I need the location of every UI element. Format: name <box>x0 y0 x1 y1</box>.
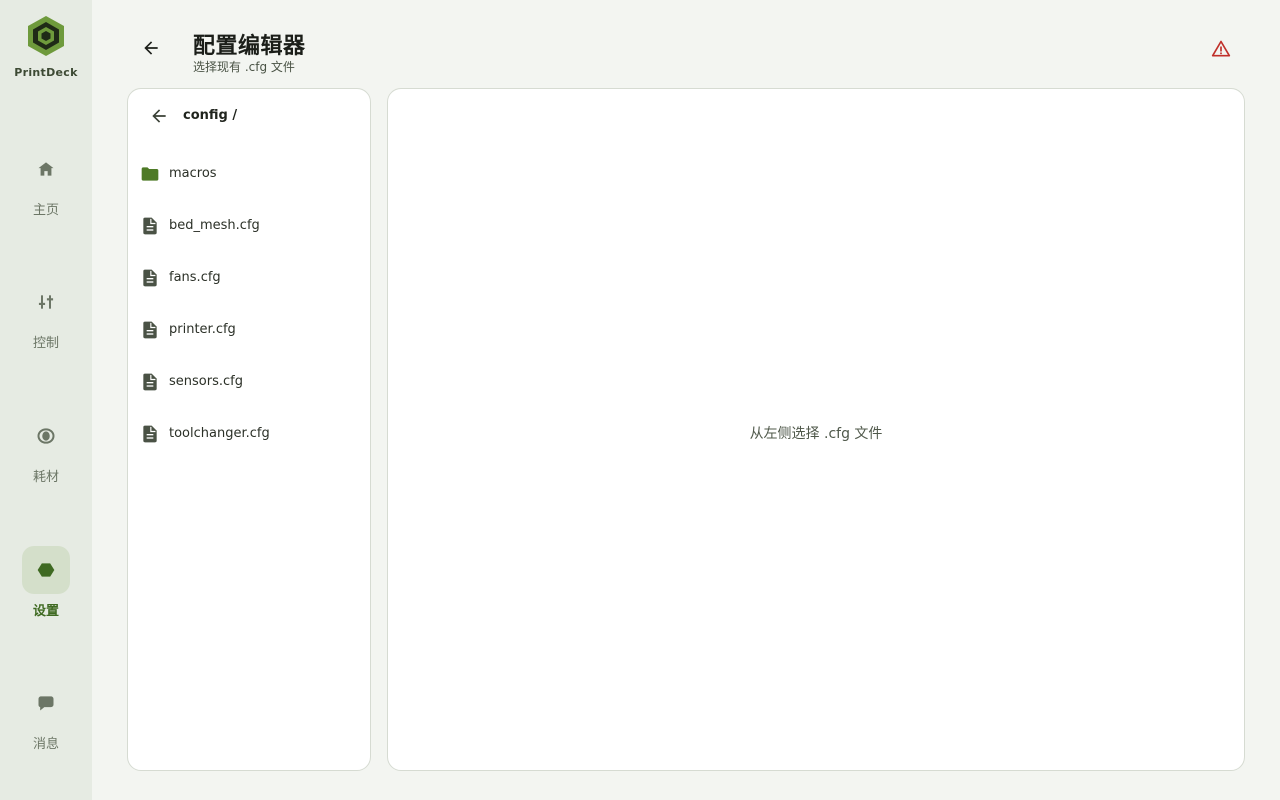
file-list-item-printer[interactable]: printer.cfg <box>128 304 370 356</box>
nav-item-home[interactable]: 主页 <box>0 145 92 235</box>
file-name: printer.cfg <box>169 322 236 337</box>
nav-label-control: 控制 <box>32 336 59 351</box>
nav-item-messages[interactable]: 消息 <box>0 679 92 769</box>
nav-label-messages: 消息 <box>32 737 59 752</box>
warning-button[interactable] <box>1204 32 1238 66</box>
file-name: bed_mesh.cfg <box>169 218 260 233</box>
page-subtitle: 选择现有 .cfg 文件 <box>193 60 295 74</box>
sidebar: PrintDeck 主页 控制 耗材 设置 消息 <box>0 0 92 800</box>
nav-icon-wrap <box>22 278 70 326</box>
hexagon-icon <box>37 563 55 577</box>
file-list-item-toolchanger[interactable]: toolchanger.cfg <box>128 408 370 460</box>
nav-item-filament[interactable]: 耗材 <box>0 412 92 502</box>
nav-label-home: 主页 <box>32 203 59 218</box>
sliders-icon <box>38 295 54 309</box>
arrow-left-icon <box>152 109 166 123</box>
nav-label-settings: 设置 <box>32 604 59 619</box>
nav-label-filament: 耗材 <box>32 470 59 485</box>
file-name: macros <box>169 166 217 181</box>
printdeck-logo-icon <box>28 16 64 56</box>
app-root: PrintDeck 主页 控制 耗材 设置 消息 配置编辑器 选择现有 .cfg… <box>0 0 1280 800</box>
file-list: macros bed_mesh.cfg fans.cfg printer.cfg… <box>128 148 370 460</box>
editor-empty-hint: 从左侧选择 .cfg 文件 <box>749 426 883 442</box>
nav-item-control[interactable]: 控制 <box>0 278 92 368</box>
brand-name: PrintDeck <box>14 66 78 79</box>
parent-directory-button[interactable] <box>144 101 174 131</box>
file-name: sensors.cfg <box>169 374 243 389</box>
home-icon <box>38 162 54 176</box>
chat-icon <box>38 696 54 711</box>
file-browser-panel: config / macros bed_mesh.cfg fans.cfg pr… <box>127 88 371 771</box>
arrow-left-icon <box>144 41 158 55</box>
file-icon <box>143 269 157 287</box>
file-name: toolchanger.cfg <box>169 426 270 441</box>
file-list-item-macros[interactable]: macros <box>128 148 370 200</box>
file-icon <box>143 425 157 443</box>
file-icon <box>143 321 157 339</box>
file-icon <box>143 217 157 235</box>
current-path: config / <box>183 108 238 123</box>
file-name: fans.cfg <box>169 270 221 285</box>
page-title: 配置编辑器 <box>193 34 306 59</box>
folder-icon <box>141 167 159 181</box>
warning-icon <box>1211 40 1231 57</box>
path-row: config / <box>128 89 370 145</box>
nav-icon-wrap <box>22 145 70 193</box>
file-list-item-fans[interactable]: fans.cfg <box>128 252 370 304</box>
brand: PrintDeck <box>0 14 92 79</box>
nav-icon-wrap <box>22 679 70 727</box>
file-list-item-sensors[interactable]: sensors.cfg <box>128 356 370 408</box>
file-icon <box>143 373 157 391</box>
spool-icon <box>37 428 55 444</box>
file-list-item-bed-mesh[interactable]: bed_mesh.cfg <box>128 200 370 252</box>
back-button[interactable] <box>134 31 168 65</box>
nav-icon-wrap <box>22 546 70 594</box>
editor-panel: 从左侧选择 .cfg 文件 <box>387 88 1245 771</box>
nav-icon-wrap <box>22 412 70 460</box>
nav-item-settings[interactable]: 设置 <box>0 546 92 636</box>
